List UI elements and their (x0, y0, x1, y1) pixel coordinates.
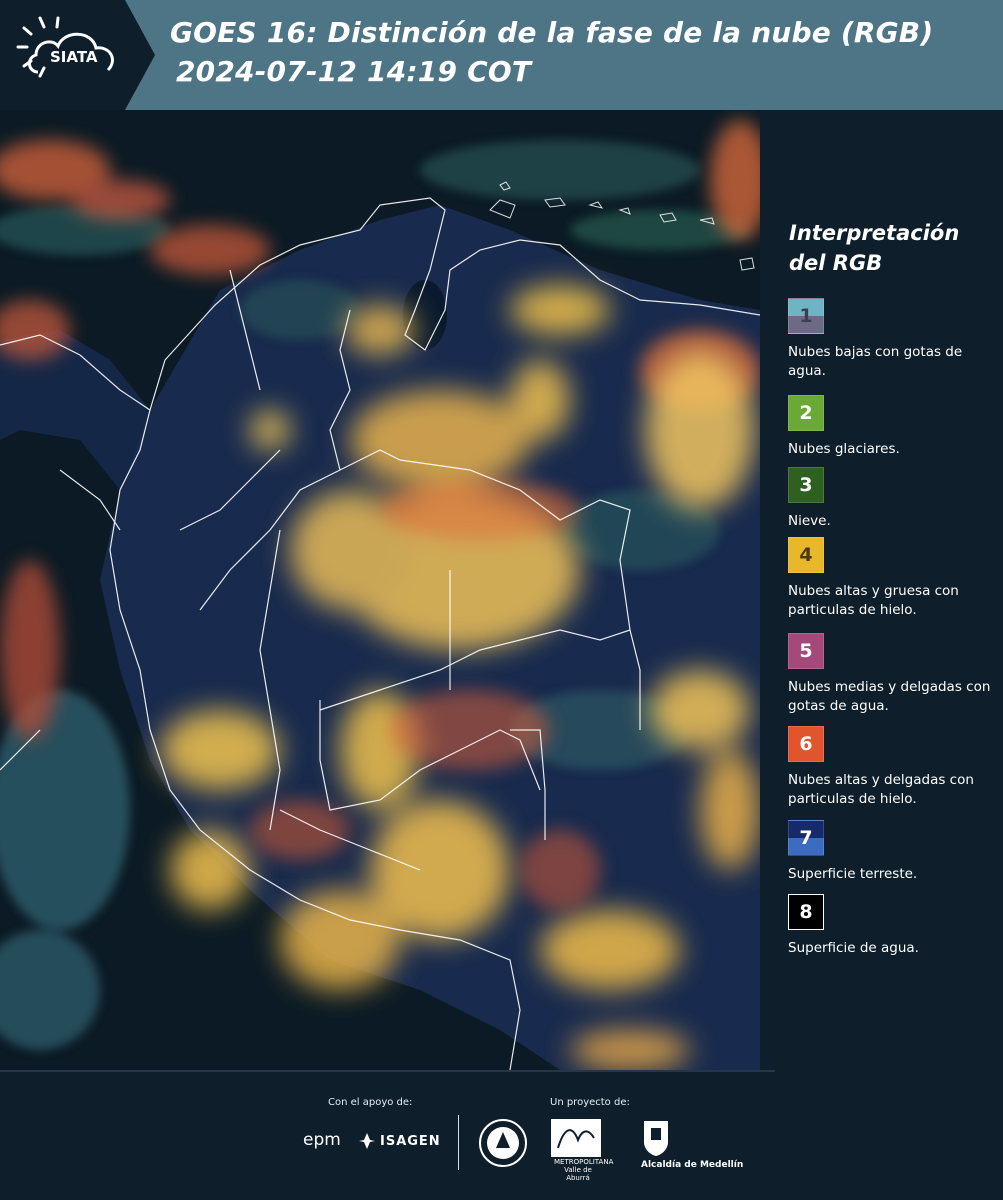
university-seal-icon (479, 1119, 527, 1167)
siata-logo: SIATA (0, 0, 155, 110)
legend-label-5: Nubes medias y delgadas con gotas de agu… (788, 679, 991, 714)
legend-title: Interpretación del RGB (789, 221, 960, 275)
legend-swatch-7: 7 (788, 820, 824, 856)
footer-divider (0, 1070, 775, 1072)
footer: Con el apoyo de: Un proyecto de: epm ISA… (0, 1070, 1003, 1200)
support-label: Con el apoyo de: (328, 1097, 413, 1108)
legend-label-7: Superficie terreste. (788, 866, 918, 882)
footer-vertical-divider (458, 1115, 459, 1170)
legend-item-1: 1 Nubes bajas con gotas de agua. (788, 298, 1000, 381)
legend-label-4: Nubes altas y gruesa con particulas de h… (788, 583, 959, 618)
epm-logo: epm (303, 1130, 341, 1150)
page-title: GOES 16: Distinción de la fase de la nub… (170, 16, 934, 49)
header-bar: SIATA GOES 16: Distinción de la fase de … (0, 0, 1003, 110)
legend-label-8: Superficie de agua. (788, 940, 919, 956)
legend-swatch-1: 1 (788, 298, 824, 334)
svg-text:SIATA: SIATA (50, 48, 98, 66)
legend-swatch-4: 4 (788, 537, 824, 573)
page-timestamp: 2024-07-12 14:19 COT (176, 55, 532, 88)
satellite-map[interactable] (0, 110, 760, 1070)
legend-swatch-8: 8 (788, 894, 824, 930)
legend-item-5: 5 Nubes medias y delgadas con gotas de a… (788, 633, 1000, 716)
legend-swatch-5: 5 (788, 633, 824, 669)
isagen-icon (359, 1133, 375, 1149)
area-metropolitana-logo-icon (551, 1119, 601, 1157)
legend-label-3: Nieve. (788, 513, 831, 529)
legend-item-4: 4 Nubes altas y gruesa con particulas de… (788, 537, 1000, 620)
project-label: Un proyecto de: (550, 1097, 630, 1108)
rgb-legend: Interpretación del RGB 1 Nubes bajas con… (760, 110, 1003, 1070)
rgb-satellite-image (0, 110, 760, 1070)
isagen-logo: ISAGEN (380, 1134, 441, 1149)
legend-swatch-3: 3 (788, 467, 824, 503)
legend-label-6: Nubes altas y delgadas con particulas de… (788, 772, 974, 807)
medellin-shield-icon (644, 1121, 668, 1156)
legend-item-8: 8 Superficie de agua. (788, 894, 1000, 958)
legend-item-3: 3 Nieve. (788, 467, 1000, 531)
area-metropolitana-label: METROPOLITANA Valle de Aburrá (554, 1158, 614, 1182)
alcaldia-label: Alcaldía de Medellín (641, 1160, 744, 1170)
legend-item-6: 6 Nubes altas y delgadas con particulas … (788, 726, 1000, 809)
legend-item-7: 7 Superficie terreste. (788, 820, 1000, 884)
legend-swatch-2: 2 (788, 395, 824, 431)
legend-swatch-6: 6 (788, 726, 824, 762)
legend-label-2: Nubes glaciares. (788, 441, 900, 457)
legend-label-1: Nubes bajas con gotas de agua. (788, 344, 963, 379)
legend-item-2: 2 Nubes glaciares. (788, 395, 1000, 459)
